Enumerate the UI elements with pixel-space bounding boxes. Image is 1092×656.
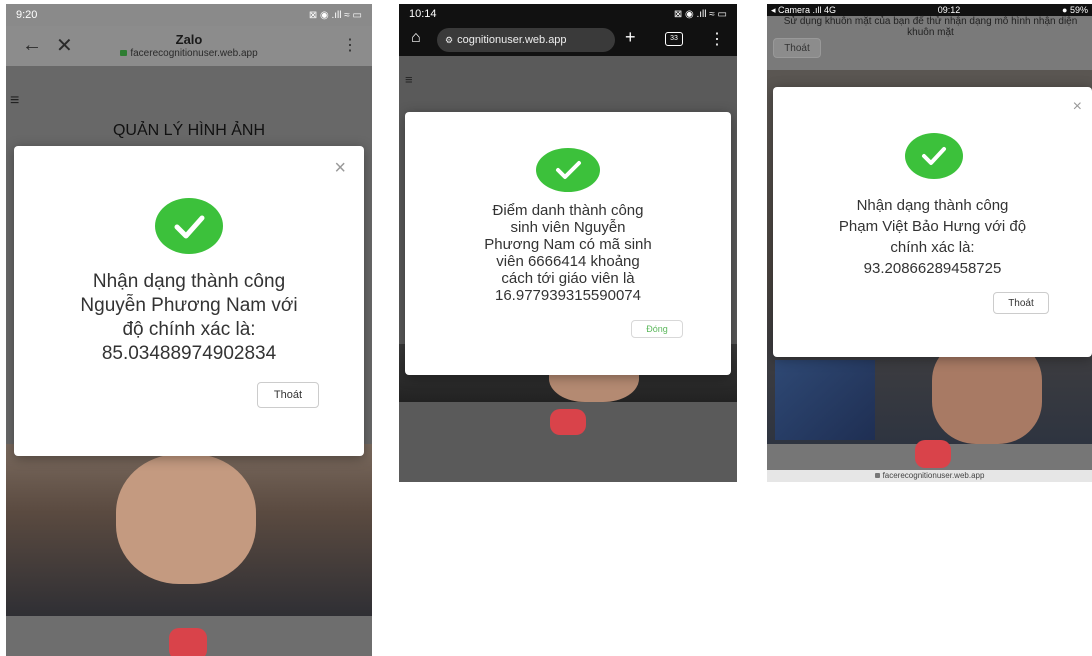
face	[116, 454, 256, 584]
lock-icon	[874, 473, 880, 478]
record-button[interactable]	[550, 409, 586, 435]
status-battery: ● 59%	[1062, 5, 1088, 15]
tab-count-badge[interactable]: 33	[665, 32, 683, 46]
menu-icon[interactable]: ≡	[405, 72, 413, 87]
exit-button[interactable]: Thoát	[993, 292, 1049, 314]
browser-bar: ⌂ ⚙ cognitionuser.web.app + 33 ⋮	[399, 24, 737, 56]
record-button[interactable]	[915, 440, 951, 468]
page-heading: QUẢN LÝ HÌNH ẢNH	[112, 122, 266, 139]
bottom-url: facerecognitionuser.web.app	[882, 471, 985, 480]
more-vert-icon[interactable]: ⋮	[342, 35, 358, 55]
close-icon[interactable]: ×	[334, 158, 346, 178]
close-button[interactable]: Đóng	[631, 320, 683, 338]
browser-bar: ← ✕ Zalo facerecognitionuser.web.app ⋮	[6, 26, 372, 66]
status-time: 9:20	[16, 9, 38, 21]
result-modal: × Nhận dạng thành công Phạm Việt Bảo Hưn…	[773, 87, 1092, 357]
bottom-url-bar: facerecognitionuser.web.app	[767, 470, 1092, 482]
status-bar: 9:20 ⊠ ◉ .ıll ≈ ▭	[6, 4, 372, 26]
camera-feed	[6, 444, 372, 616]
check-circle-icon	[536, 148, 600, 192]
status-bar: 10:14 ⊠ ◉ .ıll ≈ ▭	[399, 4, 737, 24]
more-vert-icon[interactable]: ⋮	[709, 29, 725, 49]
top-area: Sử dụng khuôn mặt của bạn để thử nhận dạ…	[767, 16, 1092, 70]
home-icon[interactable]: ⌂	[411, 29, 421, 47]
phone-screenshot-2: 10:14 ⊠ ◉ .ıll ≈ ▭ ⌂ ⚙ cognitionuser.web.…	[399, 4, 737, 482]
poster-graphic	[775, 360, 875, 440]
browser-url-row: facerecognitionuser.web.app	[6, 48, 372, 59]
attendance-modal: Điểm danh thành công sinh viên Nguyễn Ph…	[405, 112, 731, 375]
url-field[interactable]: ⚙ cognitionuser.web.app	[437, 28, 615, 52]
url-text: cognitionuser.web.app	[457, 34, 567, 46]
status-time: 10:14	[409, 8, 437, 20]
close-icon[interactable]: ×	[1073, 97, 1082, 117]
phone-screenshot-3: ◂ Camera .ıll 4G 09:12 ● 59% Sử dụng khu…	[767, 4, 1092, 482]
check-circle-icon	[905, 133, 963, 179]
browser-url: facerecognitionuser.web.app	[130, 48, 258, 59]
status-icons: ⊠ ◉ .ıll ≈ ▭	[673, 8, 727, 20]
record-button[interactable]	[169, 628, 207, 656]
phone-screenshot-1: 9:20 ⊠ ◉ .ıll ≈ ▭ ← ✕ Zalo facerecogniti…	[6, 4, 372, 656]
top-exit-button[interactable]: Thoát	[773, 38, 821, 58]
result-modal: × Nhận dạng thành công Nguyễn Phương Nam…	[14, 146, 364, 456]
lock-icon	[120, 50, 128, 56]
exit-button[interactable]: Thoát	[257, 382, 319, 408]
menu-icon[interactable]: ≡	[10, 92, 19, 110]
status-icons: ⊠ ◉ .ıll ≈ ▭	[308, 9, 362, 21]
check-circle-icon	[155, 198, 223, 254]
instruction-text: Sử dụng khuôn mặt của bạn để thử nhận dạ…	[783, 16, 1078, 38]
attendance-message: Điểm danh thành công sinh viên Nguyễn Ph…	[484, 202, 652, 304]
result-message: Nhận dạng thành công Phạm Việt Bảo Hưng …	[838, 197, 1027, 277]
new-tab-icon[interactable]: +	[625, 27, 636, 48]
status-carrier: ◂ Camera .ıll 4G	[771, 4, 837, 15]
result-message: Nhận dạng thành công Nguyễn Phương Nam v…	[80, 271, 298, 364]
site-settings-icon[interactable]: ⚙	[445, 35, 453, 45]
status-time: 09:12	[937, 5, 961, 15]
status-bar: ◂ Camera .ıll 4G 09:12 ● 59%	[767, 4, 1092, 16]
browser-title: Zalo	[175, 32, 203, 47]
